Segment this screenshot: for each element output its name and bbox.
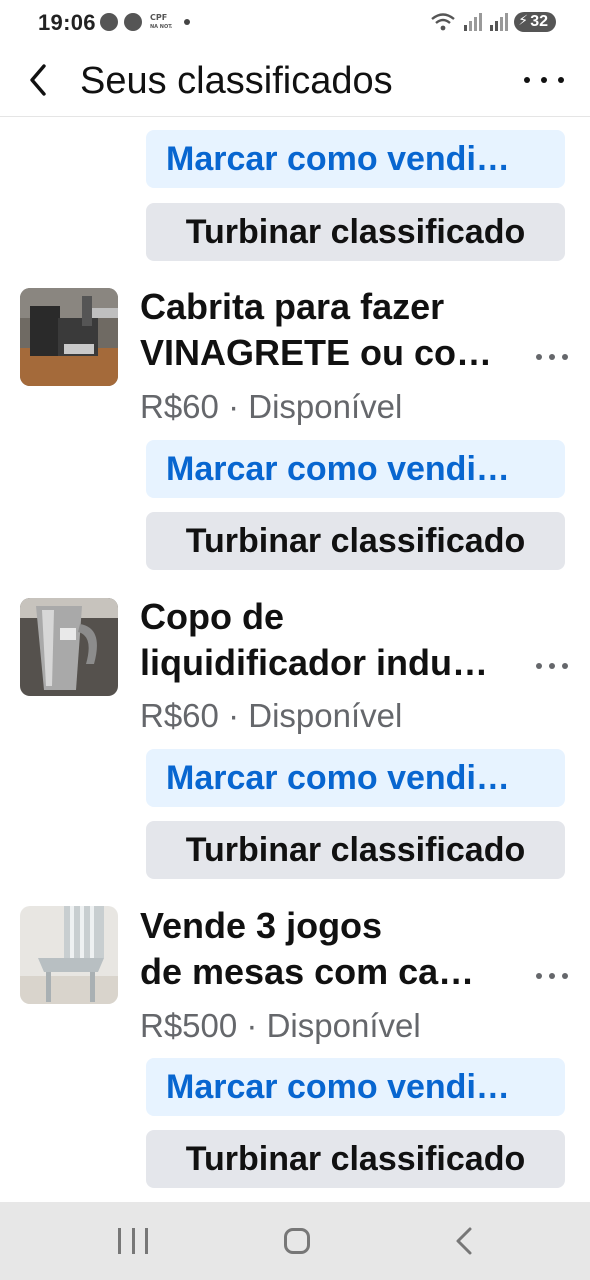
back-button[interactable] [24, 60, 56, 100]
more-dot [562, 663, 568, 669]
more-dot [549, 663, 555, 669]
system-back-button[interactable] [450, 1226, 480, 1256]
face-icon [100, 13, 118, 31]
more-options-button[interactable] [524, 60, 564, 100]
meta-separator: · [228, 388, 240, 425]
mark-as-sold-button[interactable]: Marcar como vendi… [146, 749, 565, 807]
more-dot [549, 973, 555, 979]
listing-meta: R$60 · Disponível [140, 388, 402, 426]
boost-listing-button[interactable]: Turbinar classificado [146, 512, 565, 570]
listing-thumbnail[interactable] [20, 906, 118, 1004]
page-title: Seus classificados [80, 60, 393, 102]
notification-dot-icon [184, 19, 190, 25]
wifi-icon [431, 13, 455, 31]
boost-listing-button[interactable]: Turbinar classificado [146, 821, 565, 879]
mark-as-sold-button[interactable]: Marcar como vendi… [146, 130, 565, 188]
listing-meta: R$60 · Disponível [140, 697, 402, 735]
svg-text:CPF: CPF [150, 13, 167, 22]
listing-status: Disponível [248, 697, 403, 734]
charging-icon: ⚡ [518, 12, 529, 28]
signal-icon [490, 13, 509, 31]
listing-status: Disponível [266, 1007, 421, 1044]
more-dot [558, 77, 564, 83]
listing-meta: R$500 · Disponível [140, 1007, 421, 1045]
mark-as-sold-button[interactable]: Marcar como vendi… [146, 440, 565, 498]
battery-level: 32 [530, 13, 548, 30]
mark-as-sold-button[interactable]: Marcar como vendi… [146, 1058, 565, 1116]
more-horizontal-icon [536, 354, 542, 360]
boost-listing-button[interactable]: Turbinar classificado [146, 203, 565, 261]
svg-text:NA NOTA: NA NOTA [150, 24, 172, 30]
more-horizontal-icon [536, 973, 542, 979]
listing-more-button[interactable] [536, 661, 568, 671]
signal-icon [464, 13, 483, 31]
status-time: 19:06 [38, 10, 96, 35]
more-horizontal-icon [536, 663, 542, 669]
more-dot [562, 973, 568, 979]
back-arrow-icon [456, 1227, 472, 1255]
listing-price: R$500 [140, 1007, 238, 1044]
system-nav-bar [0, 1202, 590, 1280]
listing-title-line: Cabrita para fazer [140, 286, 445, 327]
listing-price: R$60 [140, 388, 219, 425]
status-bar: 19:06 CPF NA NOTA [0, 0, 590, 50]
more-horizontal-icon [524, 77, 530, 83]
listing-title[interactable]: Copo de liquidificador indu… [140, 594, 520, 686]
meta-separator: · [246, 1007, 258, 1044]
listing-title-line: de mesas com ca… [140, 951, 475, 992]
home-button[interactable] [284, 1228, 310, 1254]
listing-more-button[interactable] [536, 352, 568, 362]
page: 19:06 CPF NA NOTA [0, 0, 590, 1280]
cpf-badge: CPF NA NOTA [150, 12, 175, 32]
more-dot [562, 354, 568, 360]
battery-icon: ⚡ 32 [514, 12, 556, 32]
meta-separator: · [228, 697, 240, 734]
status-system-icons: ⚡ 32 [430, 12, 556, 32]
recent-apps-bar [131, 1228, 135, 1254]
listing-title[interactable]: Cabrita para fazer VINAGRETE ou co… [140, 284, 520, 376]
listing-title-line: Copo de [140, 596, 284, 637]
listing-price: R$60 [140, 697, 219, 734]
listing-status: Disponível [248, 388, 403, 425]
chair-photo [20, 906, 118, 1004]
listing-title-line: VINAGRETE ou co… [140, 332, 493, 373]
boost-listing-button[interactable]: Turbinar classificado [146, 1130, 565, 1188]
more-dot [549, 354, 555, 360]
more-dot [541, 77, 547, 83]
listing-title-line: Vende 3 jogos [140, 905, 383, 946]
blender-cup-photo [20, 598, 118, 696]
listing-title-line: liquidificador indu… [140, 642, 488, 683]
recent-apps-button[interactable] [118, 1228, 148, 1258]
listing-thumbnail[interactable] [20, 288, 118, 386]
cabrita-photo [20, 288, 118, 386]
status-notification-icons: CPF NA NOTA [100, 12, 190, 32]
cpf-icon: CPF NA NOTA [150, 13, 175, 30]
recent-apps-bar [145, 1228, 148, 1254]
face-icon [124, 13, 142, 31]
listing-more-button[interactable] [536, 971, 568, 981]
header: Seus classificados [0, 50, 590, 117]
listing-title[interactable]: Vende 3 jogos de mesas com ca… [140, 903, 520, 995]
chevron-left-icon [30, 64, 46, 96]
recent-apps-icon [118, 1228, 121, 1254]
listing-thumbnail[interactable] [20, 598, 118, 696]
